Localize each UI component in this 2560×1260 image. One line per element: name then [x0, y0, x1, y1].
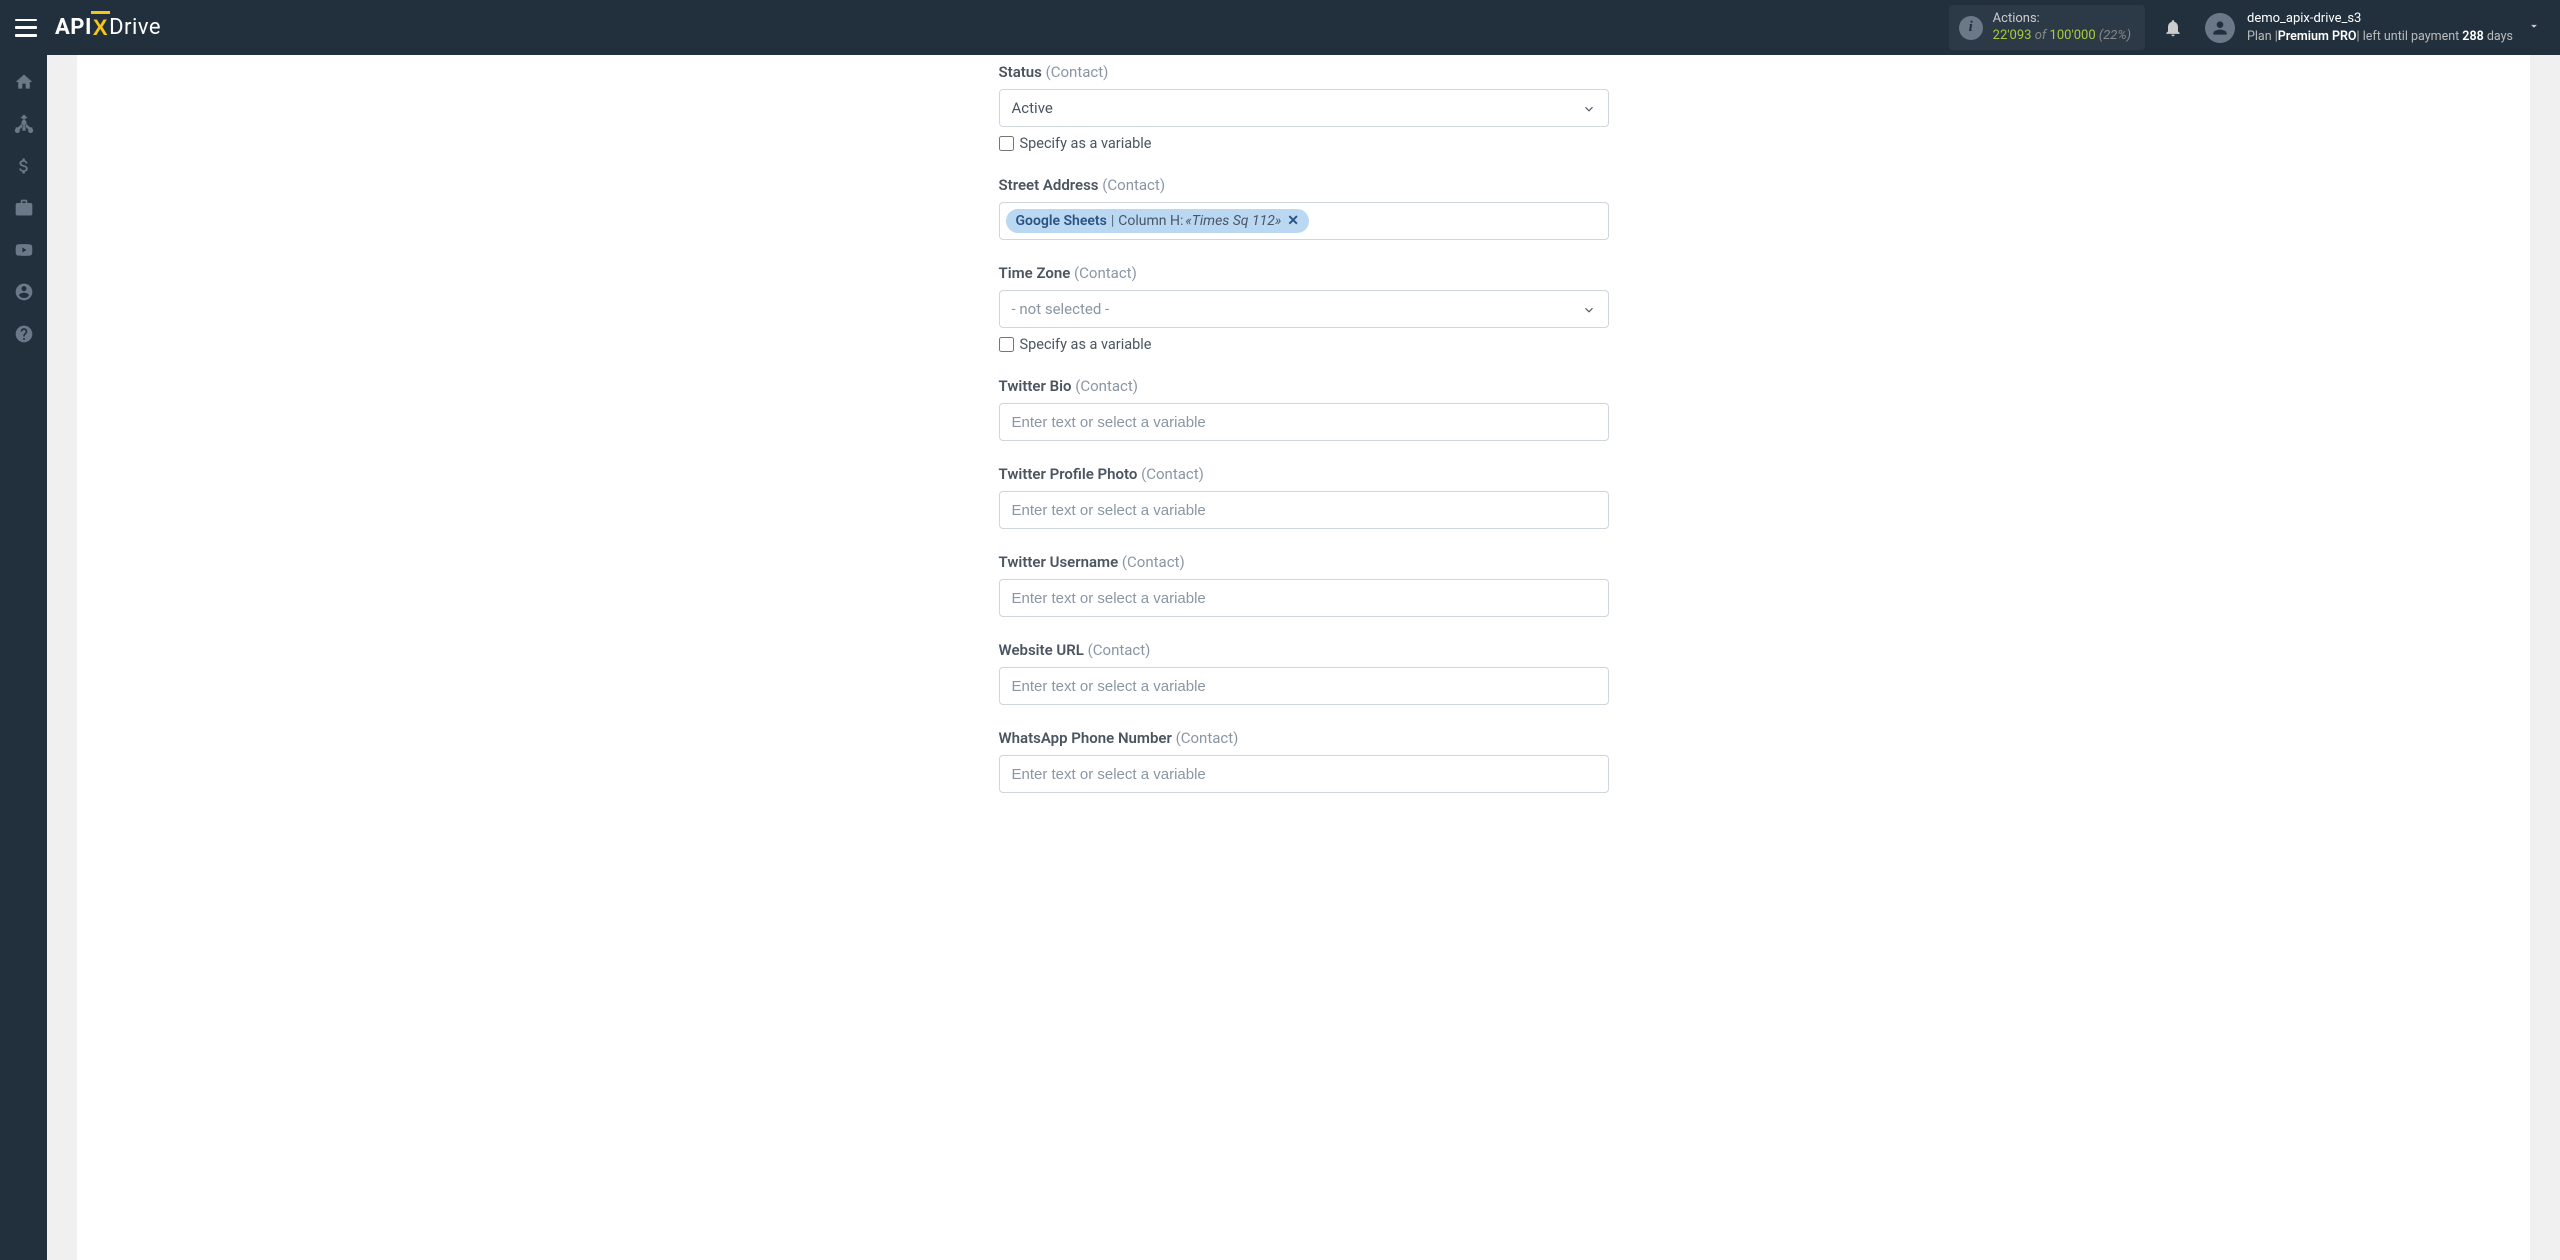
specify-variable-label: Specify as a variable [1020, 135, 1152, 152]
field-label-main: WhatsApp Phone Number [999, 729, 1172, 747]
text-input-wrap [999, 403, 1609, 441]
field-label-main: Street Address [999, 176, 1099, 194]
field-label: Twitter Username (Contact) [999, 553, 1609, 571]
select-value: Active [1012, 99, 1582, 117]
text-input[interactable] [1012, 590, 1596, 607]
user-info: demo_apix-drive_s3 Plan |Premium PRO| le… [2247, 10, 2513, 46]
chevron-down-icon [2527, 18, 2541, 37]
chevron-down-icon [1582, 302, 1596, 316]
header: APIXDrive i Actions: 22'093 of 100'000 (… [0, 0, 2560, 55]
username: demo_apix-drive_s3 [2247, 10, 2513, 28]
logo[interactable]: APIXDrive [55, 15, 161, 41]
form-card: Status (Contact) Active Specify as a varia… [77, 55, 2530, 1260]
field-group: Status (Contact) Active Specify as a varia… [999, 63, 1609, 152]
sidebar-item-billing[interactable] [0, 145, 47, 187]
actions-label: Actions: [1993, 11, 2131, 28]
field-label-sub: (Contact) [1172, 729, 1239, 747]
field-label: WhatsApp Phone Number (Contact) [999, 729, 1609, 747]
field-label-sub: (Contact) [1099, 176, 1166, 194]
specify-variable-row[interactable]: Specify as a variable [999, 336, 1609, 353]
text-input[interactable] [1012, 678, 1596, 695]
field-label: Status (Contact) [999, 63, 1609, 81]
actions-of: of [2035, 28, 2047, 43]
sidebar-item-account[interactable] [0, 271, 47, 313]
chevron-down-icon [1582, 101, 1596, 115]
avatar-icon [2205, 13, 2235, 43]
text-input-wrap [999, 491, 1609, 529]
field-label-sub: (Contact) [1084, 641, 1151, 659]
tag-value: «Times Sq 112» [1185, 213, 1281, 229]
actions-counter[interactable]: i Actions: 22'093 of 100'000 (22%) [1949, 5, 2145, 51]
text-input-wrap [999, 667, 1609, 705]
field-group: Street Address (Contact) Google Sheets | … [999, 176, 1609, 240]
field-label-main: Twitter Bio [999, 377, 1072, 395]
bell-icon[interactable] [2163, 18, 2183, 38]
text-input-wrap [999, 579, 1609, 617]
user-plan: Plan |Premium PRO| left until payment 28… [2247, 28, 2513, 46]
field-label: Street Address (Contact) [999, 176, 1609, 194]
logo-api: API [55, 15, 92, 40]
field-label-main: Website URL [999, 641, 1084, 659]
main-content: Status (Contact) Active Specify as a varia… [47, 55, 2560, 1260]
field-label-main: Twitter Username [999, 553, 1119, 571]
field-label-sub: (Contact) [1042, 63, 1109, 81]
specify-variable-label: Specify as a variable [1020, 336, 1152, 353]
select-input[interactable]: - not selected - [999, 290, 1609, 328]
field-label-sub: (Contact) [1072, 377, 1139, 395]
actions-count: 22'093 [1993, 28, 2032, 43]
field-group: Twitter Bio (Contact) [999, 377, 1609, 441]
field-label-main: Status [999, 63, 1042, 81]
field-label: Twitter Profile Photo (Contact) [999, 465, 1609, 483]
field-group: Twitter Username (Contact) [999, 553, 1609, 617]
sidebar-item-home[interactable] [0, 61, 47, 103]
specify-variable-checkbox[interactable] [999, 136, 1014, 151]
tag-separator: | [1111, 213, 1114, 229]
actions-total: 100'000 [2050, 28, 2096, 43]
field-group: Website URL (Contact) [999, 641, 1609, 705]
select-input[interactable]: Active [999, 89, 1609, 127]
actions-pct: (22%) [2099, 28, 2131, 43]
sidebar [0, 55, 47, 1260]
field-label-sub: (Contact) [1137, 465, 1204, 483]
sidebar-item-connections[interactable] [0, 103, 47, 145]
specify-variable-row[interactable]: Specify as a variable [999, 135, 1609, 152]
field-group: Time Zone (Contact) - not selected - Speci… [999, 264, 1609, 353]
field-label: Twitter Bio (Contact) [999, 377, 1609, 395]
sidebar-item-briefcase[interactable] [0, 187, 47, 229]
field-label-main: Time Zone [999, 264, 1071, 282]
tag-remove-icon[interactable]: ✕ [1287, 213, 1299, 229]
variable-tag: Google Sheets | Column H: «Times Sq 112»… [1006, 209, 1310, 233]
field-group: Twitter Profile Photo (Contact) [999, 465, 1609, 529]
field-label-sub: (Contact) [1070, 264, 1137, 282]
sidebar-item-help[interactable] [0, 313, 47, 355]
field-label-main: Twitter Profile Photo [999, 465, 1138, 483]
field-label: Website URL (Contact) [999, 641, 1609, 659]
text-input[interactable] [1012, 414, 1596, 431]
tag-column: Column H: [1118, 213, 1183, 229]
sidebar-item-video[interactable] [0, 229, 47, 271]
logo-drive: Drive [109, 15, 161, 40]
info-icon: i [1959, 16, 1983, 40]
specify-variable-checkbox[interactable] [999, 337, 1014, 352]
menu-toggle[interactable] [15, 19, 37, 37]
text-input-wrap [999, 755, 1609, 793]
text-input[interactable] [1012, 766, 1596, 783]
tag-source: Google Sheets [1016, 213, 1107, 229]
text-input[interactable] [1012, 502, 1596, 519]
tag-input[interactable]: Google Sheets | Column H: «Times Sq 112»… [999, 202, 1609, 240]
field-group: WhatsApp Phone Number (Contact) [999, 729, 1609, 793]
logo-x: X [93, 15, 108, 41]
field-label: Time Zone (Contact) [999, 264, 1609, 282]
field-label-sub: (Contact) [1118, 553, 1185, 571]
select-value: - not selected - [1012, 300, 1582, 318]
user-menu[interactable]: demo_apix-drive_s3 Plan |Premium PRO| le… [2205, 10, 2545, 46]
actions-text: Actions: 22'093 of 100'000 (22%) [1993, 11, 2131, 45]
